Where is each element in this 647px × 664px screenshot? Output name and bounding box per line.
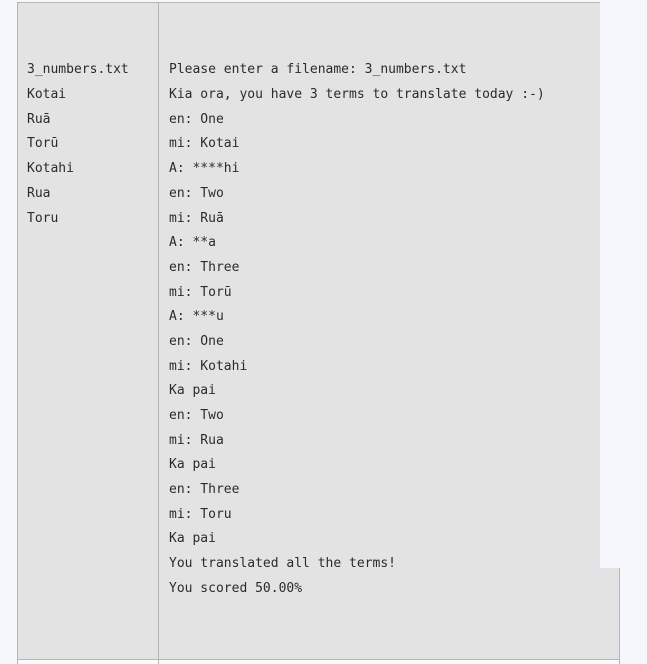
output-line: Rua [27, 185, 51, 201]
output-line: Ka pai [169, 457, 216, 473]
output-line: You scored 50.00% [169, 580, 303, 596]
output-line: mi: Rua [169, 432, 224, 448]
page-root: 3_numbers.txt Kotai Ruā Torū Kotahi Rua Toru P… [0, 0, 647, 664]
output-line: en: One [169, 111, 224, 127]
output-line: A: **a [169, 235, 216, 251]
output-line: en: Two [169, 408, 224, 424]
right-page-margin [600, 0, 647, 568]
output-line: A: ***u [169, 309, 224, 325]
left-page-margin [0, 0, 17, 568]
expected-output-cell-next [17, 658, 159, 664]
output-line: 3_numbers.txt [27, 62, 129, 78]
output-line: en: One [169, 333, 224, 349]
table-body: 3_numbers.txt Kotai Ruā Torū Kotahi Rua Toru P… [17, 2, 620, 664]
expected-output-lines: 3_numbers.txt Kotai Ruā Torū Kotahi Rua Toru [27, 58, 158, 231]
actual-output-cell-next [158, 658, 620, 664]
output-line: mi: Kotai [169, 136, 240, 152]
output-line: Toru [27, 210, 59, 226]
output-line: mi: Kotahi [169, 358, 248, 374]
output-line: Kotahi [27, 161, 74, 177]
output-comparison-table: 3_numbers.txt Kotai Ruā Torū Kotahi Rua Toru P… [17, 2, 620, 664]
output-line: Ruā [27, 111, 51, 127]
output-line: Kia ora, you have 3 terms to translate t… [169, 87, 545, 103]
expected-output-cell: 3_numbers.txt Kotai Ruā Torū Kotahi Rua Toru [17, 2, 159, 660]
output-line: Kotai [27, 87, 67, 103]
output-line: Torū [27, 136, 59, 152]
output-line: Ka pai [169, 531, 216, 547]
output-line: en: Three [169, 259, 240, 275]
output-line: en: Two [169, 185, 224, 201]
table-row-next [17, 658, 620, 664]
table-row: 3_numbers.txt Kotai Ruā Torū Kotahi Rua Toru P… [17, 2, 620, 660]
output-line: mi: Torū [169, 284, 232, 300]
output-line: A: ****hi [169, 161, 240, 177]
output-line: en: Three [169, 482, 240, 498]
actual-output-lines: Please enter a filename: 3_numbers.txt Ki… [169, 58, 619, 601]
output-line: Please enter a filename: 3_numbers.txt [169, 62, 467, 78]
top-page-margin [0, 0, 647, 2]
output-line: mi: Toru [169, 506, 232, 522]
output-line: mi: Ruā [169, 210, 224, 226]
output-line: Ka pai [169, 383, 216, 399]
actual-output-cell: Please enter a filename: 3_numbers.txt Ki… [158, 2, 620, 660]
output-line: You translated all the terms! [169, 556, 396, 572]
